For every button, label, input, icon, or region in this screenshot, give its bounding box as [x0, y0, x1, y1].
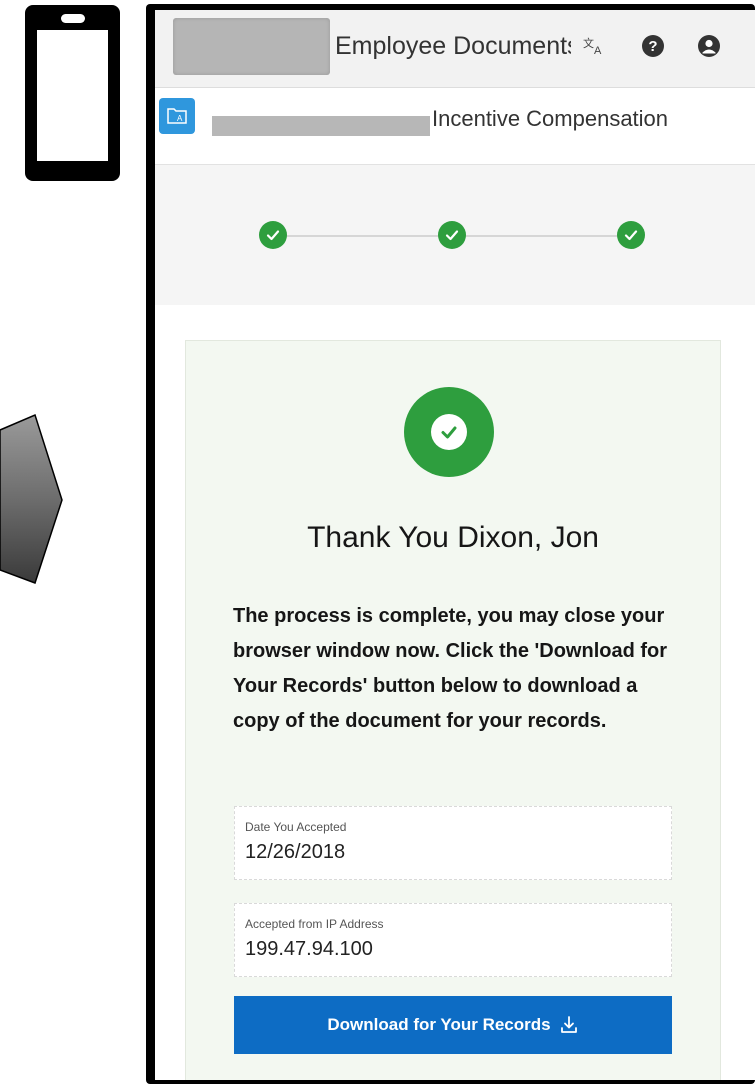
section-title: Incentive Compensation	[432, 106, 669, 131]
train-step-complete[interactable]	[617, 221, 645, 249]
mobile-phone-icon	[25, 5, 120, 181]
train-step-complete[interactable]	[259, 221, 287, 249]
app-title: Employee Documents	[335, 32, 571, 60]
progress-train	[155, 165, 755, 305]
svg-text:A: A	[594, 45, 602, 56]
train-connector	[284, 235, 454, 237]
ip-address-value: 199.47.94.100	[245, 938, 373, 960]
completion-message: The process is complete, you may close y…	[233, 605, 668, 732]
download-icon	[559, 1015, 579, 1035]
phone-speaker	[61, 14, 85, 23]
section-bar: A Incentive Compensation	[155, 88, 755, 165]
ip-address-label: Accepted from IP Address	[245, 917, 384, 931]
date-accepted-label: Date You Accepted	[245, 820, 347, 834]
train-connector	[464, 235, 632, 237]
redacted-breadcrumb	[212, 116, 430, 136]
confirmation-card: Thank You Dixon, Jon The process is comp…	[185, 340, 721, 1080]
date-accepted-value: 12/26/2018	[245, 841, 346, 863]
date-accepted-field: Date You Accepted 12/26/2018	[234, 806, 672, 880]
folder-icon: A	[159, 98, 195, 134]
app-header: Employee Documents 文 A ?	[155, 10, 755, 88]
download-records-button[interactable]: Download for Your Records	[234, 996, 672, 1054]
download-button-label: Download for Your Records	[327, 1015, 551, 1034]
svg-text:?: ?	[648, 38, 657, 55]
success-check-icon	[404, 387, 494, 477]
app-screen: Employee Documents 文 A ? A Incentive Com…	[155, 10, 755, 1080]
arrow-right-icon	[0, 413, 63, 584]
redacted-logo	[173, 18, 330, 75]
ip-address-field: Accepted from IP Address 199.47.94.100	[234, 903, 672, 977]
translate-icon[interactable]: 文 A	[581, 32, 609, 60]
thank-you-heading: Thank You Dixon, Jon	[307, 521, 599, 554]
svg-text:文: 文	[583, 36, 594, 50]
user-icon[interactable]	[695, 32, 723, 60]
help-icon[interactable]: ?	[639, 32, 667, 60]
train-step-complete[interactable]	[438, 221, 466, 249]
svg-text:A: A	[177, 114, 183, 123]
phone-screen	[37, 30, 108, 161]
